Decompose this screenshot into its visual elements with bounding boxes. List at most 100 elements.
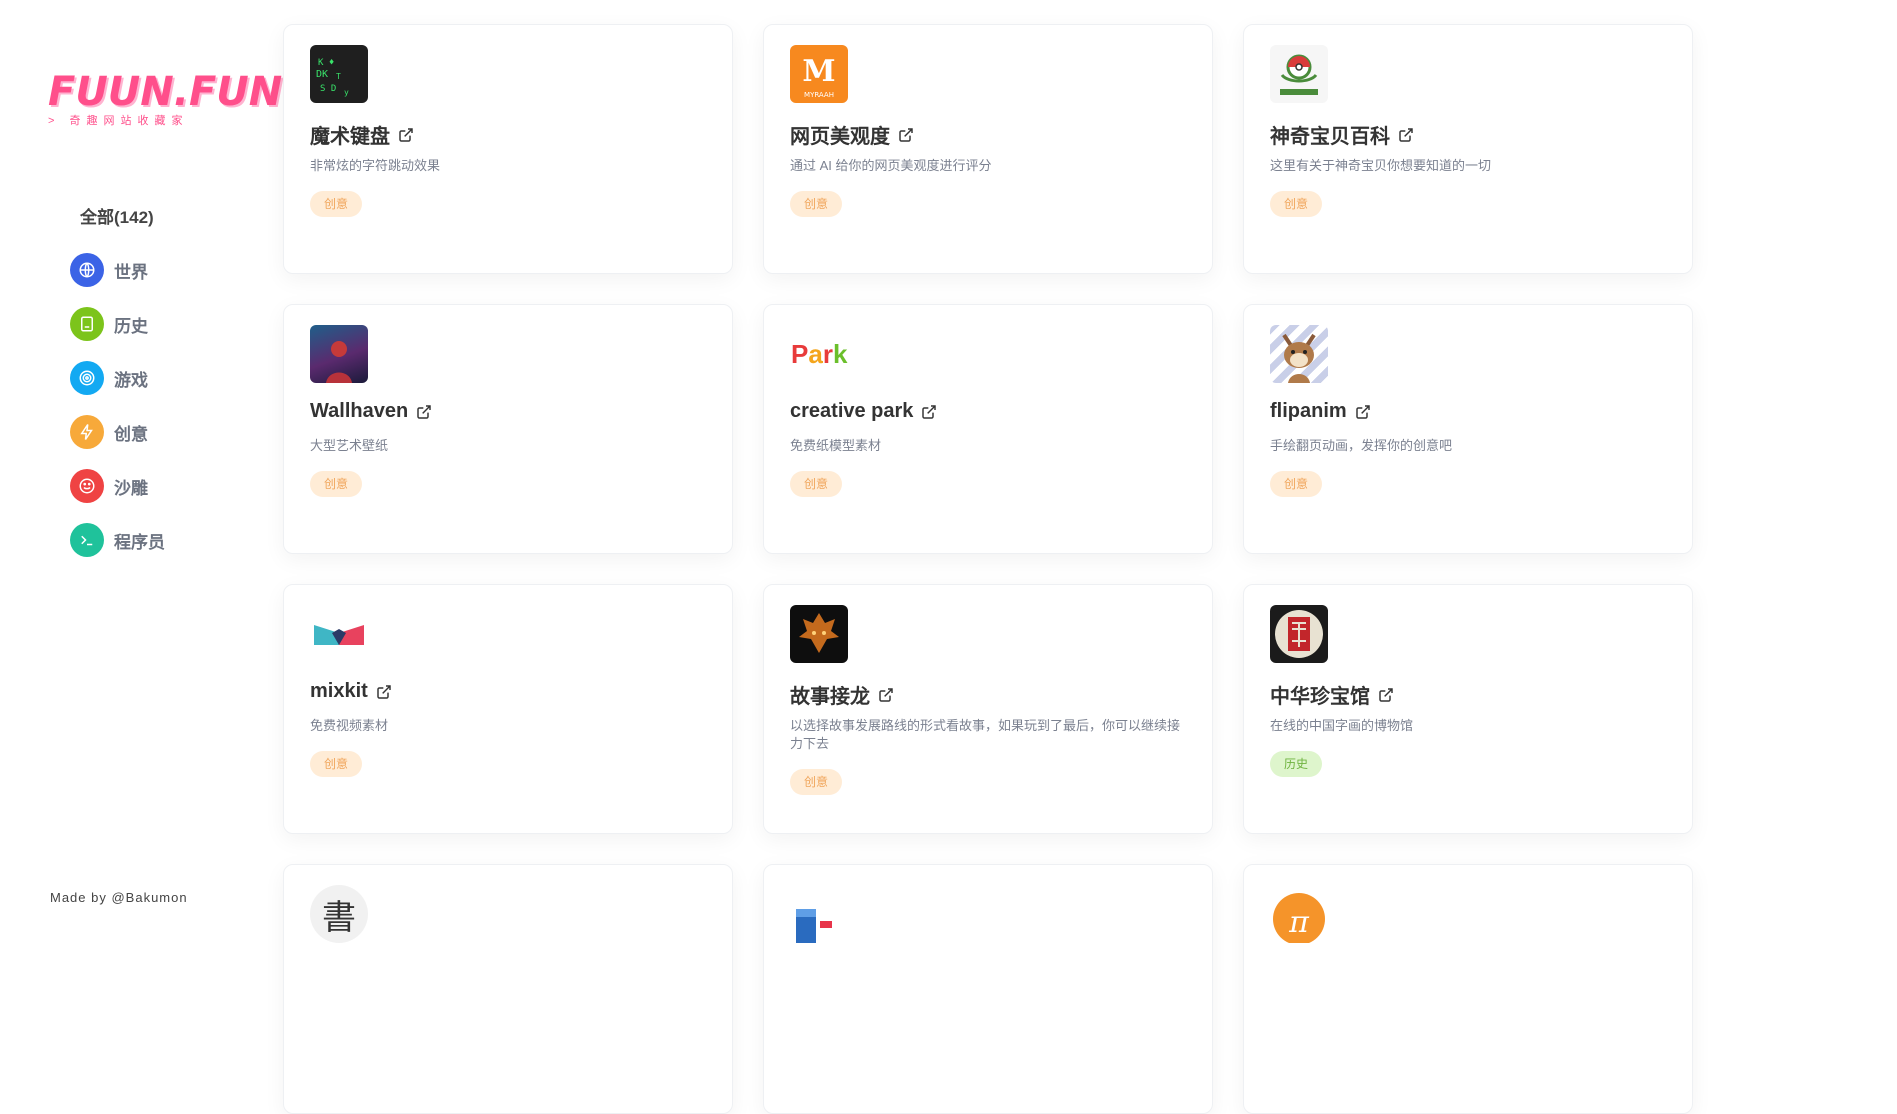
card-title[interactable]: 魔术键盘 [310,120,414,149]
dragon-logo [790,605,848,663]
card-title[interactable]: Wallhaven [310,400,432,423]
pi-glyph: π [1289,905,1309,940]
site-card[interactable]: 神奇宝贝百科 这里有关于神奇宝贝你想要知道的一切 创意 [1243,24,1693,274]
mailbox-logo [790,885,848,943]
card-description: 免费视频素材 [310,718,389,733]
nav-item-world[interactable]: 世界 [70,243,165,297]
svg-text:y: y [344,88,349,97]
myraah-logo: M MYRAAH [790,45,848,103]
smile-icon [70,469,104,503]
card-title[interactable]: 中华珍宝馆 [1270,680,1394,709]
category-tag: 创意 [790,471,843,497]
book-icon [70,307,104,341]
globe-icon [70,253,104,287]
nav-label: 世界 [114,262,148,282]
nav-item-funny[interactable]: 沙雕 [70,459,165,513]
card-title[interactable]: mixkit [310,680,392,703]
svg-text:T: T [336,72,341,81]
mixkit-logo [310,605,368,663]
category-tag: 创意 [310,191,363,217]
external-link-icon [399,127,413,142]
creative-park-logo: Park [790,325,848,383]
category-tag: 创意 [790,191,843,217]
site-card[interactable]: π [1243,864,1693,1114]
card-description: 非常炫的字符跳动效果 [310,158,441,173]
nav-label: 游戏 [114,370,148,390]
site-card[interactable]: 書 [283,864,733,1114]
magic-keyboard-logo: K ♦ DK T S D y [310,45,368,103]
nav-all[interactable]: 全部(142) [80,203,154,228]
card-title[interactable]: 网页美观度 [790,120,914,149]
site-card[interactable]: mixkit 免费视频素材 创意 [283,584,733,834]
svg-text:K ♦: K ♦ [318,58,334,68]
card-title-text: mixkit [310,680,368,702]
external-link-icon [417,404,431,419]
wallhaven-logo [310,325,368,383]
card-description: 以选择故事发展路线的形式看故事，如果玩到了最后，你可以继续接力下去 [790,718,1181,751]
site-logo[interactable]: FUUN.FUN > 奇趣网站收藏家 [48,69,283,130]
category-tag: 创意 [310,471,363,497]
nav-label: 程序员 [114,532,165,552]
nav-label: 沙雕 [114,478,148,498]
site-card[interactable]: 中华珍宝馆 在线的中国字画的博物馆 历史 [1243,584,1693,834]
card-title[interactable]: creative park [790,400,937,423]
card-description: 这里有关于神奇宝贝你想要知道的一切 [1270,158,1492,173]
external-link-icon [377,684,391,699]
svg-text:MYRAAH: MYRAAH [804,91,834,99]
category-tag: 创意 [1270,191,1323,217]
shu-logo: 書 [310,885,368,943]
card-title-text: 魔术键盘 [310,126,390,148]
card-description: 手绘翻页动画，发挥你的创意吧 [1270,438,1453,453]
category-nav: 世界 历史 游戏 创意 沙雕 程序员 [70,243,165,567]
terminal-icon [70,523,104,557]
card-title[interactable]: 神奇宝贝百科 [1270,120,1414,149]
nav-item-history[interactable]: 历史 [70,297,165,351]
footer-credit[interactable]: Made by @Bakumon [50,890,188,905]
external-link-icon [1379,687,1393,702]
nav-item-programmer[interactable]: 程序员 [70,513,165,567]
site-card[interactable]: 故事接龙 以选择故事发展路线的形式看故事，如果玩到了最后，你可以继续接力下去 创… [763,584,1213,834]
card-title[interactable]: flipanim [1270,400,1371,423]
card-description: 在线的中国字画的博物馆 [1270,718,1414,733]
category-tag: 历史 [1270,751,1323,777]
treasure-museum-logo [1270,605,1328,663]
nav-item-games[interactable]: 游戏 [70,351,165,405]
site-card[interactable]: K ♦ DK T S D y 魔术键盘 非常炫的字符跳动效果 创意 [283,24,733,274]
category-tag: 创意 [790,769,843,795]
target-icon [70,361,104,395]
site-card[interactable]: flipanim 手绘翻页动画，发挥你的创意吧 创意 [1243,304,1693,554]
logo-text: FUUN.FUN [48,69,283,115]
external-link-icon [1399,127,1413,142]
external-link-icon [899,127,913,142]
pi-logo: π [1270,885,1328,943]
nav-item-creative[interactable]: 创意 [70,405,165,459]
card-title-text: Wallhaven [310,400,409,422]
svg-text:M: M [802,54,835,89]
card-title-text: 故事接龙 [790,686,870,708]
site-card[interactable]: M MYRAAH 网页美观度 通过 AI 给你的网页美观度进行评分 创意 [763,24,1213,274]
card-title-text: 神奇宝贝百科 [1270,126,1390,148]
card-title[interactable]: 故事接龙 [790,680,894,709]
external-link-icon [922,404,937,419]
site-card[interactable]: Wallhaven 大型艺术壁纸 创意 [283,304,733,554]
card-title-text: 中华珍宝馆 [1270,686,1370,708]
pokeball-logo [1270,45,1328,103]
card-description: 免费纸模型素材 [790,438,882,453]
svg-text:Park: Park [791,339,848,369]
external-link-icon [1355,404,1370,419]
category-tag: 创意 [1270,471,1323,497]
flipanim-logo [1270,325,1328,383]
bolt-icon [70,415,104,449]
site-card[interactable] [763,864,1213,1114]
card-description: 通过 AI 给你的网页美观度进行评分 [790,158,992,173]
nav-label: 历史 [114,316,148,336]
card-title-text: creative park [790,400,914,422]
category-tag: 创意 [310,751,363,777]
card-title-text: flipanim [1270,400,1347,422]
svg-text:DK: DK [316,69,328,80]
shu-glyph: 書 [322,897,356,938]
nav-label: 创意 [114,424,148,444]
card-title-text: 网页美观度 [790,126,890,148]
sidebar: FUUN.FUN > 奇趣网站收藏家 全部(142) 世界 历史 游戏 创意 沙… [0,0,283,922]
site-card[interactable]: Park creative park 免费纸模型素材 创意 [763,304,1213,554]
